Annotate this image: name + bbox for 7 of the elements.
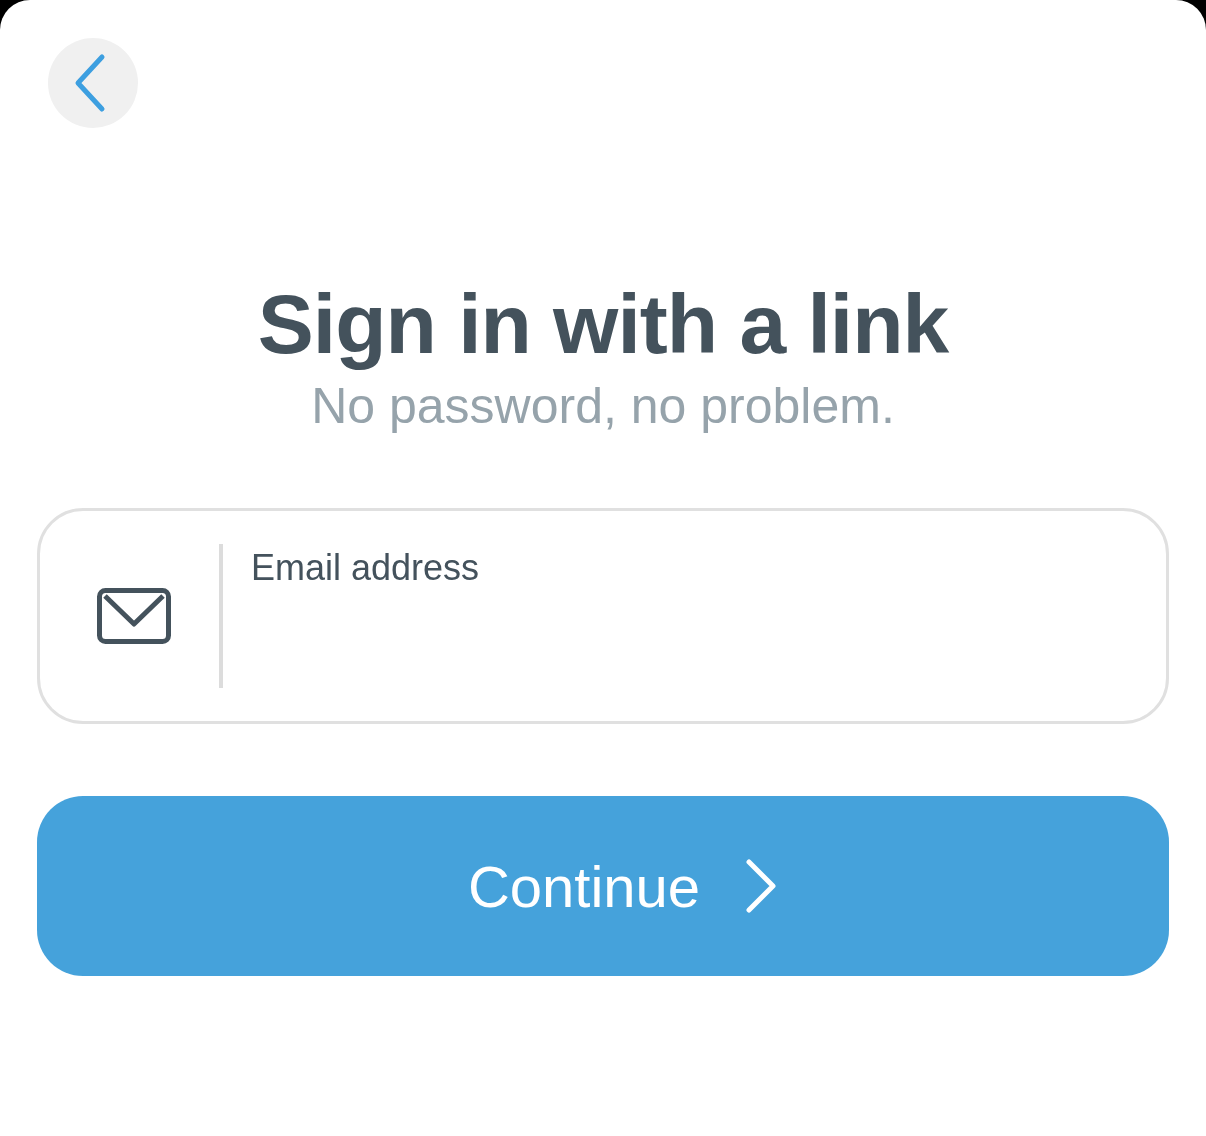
chevron-right-icon [744, 858, 779, 915]
email-field[interactable]: Email address [37, 508, 1169, 725]
page-subtitle: No password, no problem. [310, 377, 896, 437]
chevron-left-icon [73, 53, 107, 113]
page-title: Sign in with a link [256, 278, 950, 371]
field-label: Email address [251, 547, 480, 590]
mail-icon [97, 588, 171, 645]
